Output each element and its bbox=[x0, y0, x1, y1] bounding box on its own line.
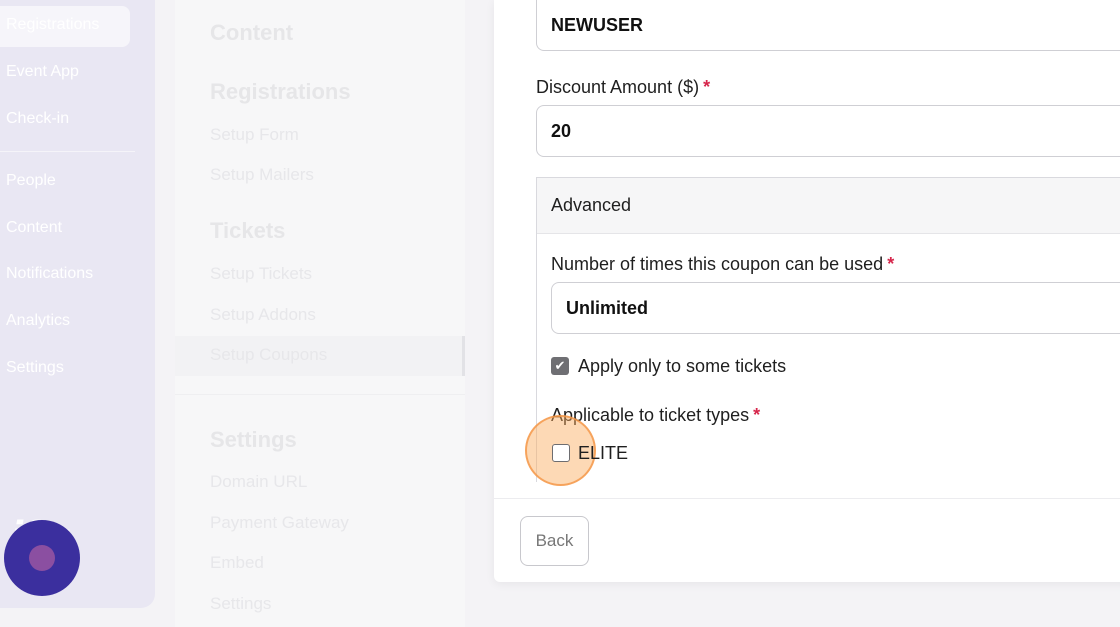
sidebar-item-registrations[interactable]: ◇ Registrations bbox=[0, 16, 99, 34]
usage-limit-label: Number of times this coupon can be used * bbox=[551, 254, 895, 274]
menu-divider bbox=[175, 394, 465, 395]
chat-icon bbox=[29, 545, 55, 571]
coupon-code-input[interactable]: NEWUSER bbox=[536, 0, 1120, 51]
sidebar-item-check-in[interactable]: ▦ Check-in bbox=[0, 110, 69, 128]
chat-launcher-button[interactable] bbox=[4, 520, 80, 596]
menu-item-setup-mailers[interactable]: Setup Mailers bbox=[210, 165, 314, 185]
menu-item-settings[interactable]: Settings bbox=[210, 594, 271, 614]
menu-section-registrations: Registrations bbox=[210, 79, 351, 104]
advanced-section-header[interactable]: Advanced bbox=[537, 178, 1120, 234]
sidebar-item-label: Analytics bbox=[6, 312, 71, 329]
menu-item-setup-form[interactable]: Setup Form bbox=[210, 125, 299, 145]
menu-section-settings: Settings bbox=[210, 427, 297, 452]
menu-item-payment-gateway[interactable]: Payment Gateway bbox=[210, 513, 349, 533]
sidebar-item-label: Event App bbox=[6, 63, 79, 80]
sidebar-item-label: Notifications bbox=[6, 265, 94, 282]
discount-amount-label: Discount Amount ($) * bbox=[536, 77, 711, 97]
back-button[interactable]: Back bbox=[520, 516, 589, 566]
menu-item-domain-url[interactable]: Domain URL bbox=[210, 472, 307, 492]
sidebar-item-label: People bbox=[6, 172, 56, 189]
ticket-type-elite-checkbox[interactable] bbox=[552, 444, 570, 462]
menu-item-setup-coupons[interactable]: Setup Coupons bbox=[210, 345, 327, 365]
discount-amount-input[interactable]: 20 bbox=[536, 105, 1120, 157]
sidebar-item-analytics[interactable]: ∠ Analytics bbox=[0, 312, 70, 330]
sidebar-item-label: Settings bbox=[6, 359, 64, 376]
sidebar-divider bbox=[0, 151, 135, 152]
sidebar: ◇ Registrations ▯ Event App ▦ Check-in ☺… bbox=[0, 0, 155, 608]
menu-section-tickets: Tickets bbox=[210, 218, 286, 243]
sidebar-item-content[interactable]: ▭ Content bbox=[0, 219, 62, 237]
ticket-type-elite-label: ELITE bbox=[578, 443, 629, 463]
sidebar-item-settings[interactable]: ⚙ Settings bbox=[0, 359, 64, 377]
sidebar-item-label: Registrations bbox=[6, 16, 100, 33]
usage-limit-input[interactable]: Unlimited bbox=[551, 282, 1120, 334]
menu-item-embed[interactable]: Embed bbox=[210, 553, 264, 573]
sidebar-item-people[interactable]: ☺ People bbox=[0, 172, 56, 190]
apply-some-tickets-checkbox[interactable]: ✔ bbox=[551, 357, 569, 375]
menu-item-setup-addons[interactable]: Setup Addons bbox=[210, 305, 316, 325]
sidebar-item-label: Check-in bbox=[6, 110, 70, 127]
menu-item-setup-tickets[interactable]: Setup Tickets bbox=[210, 264, 312, 284]
sidebar-item-event-app[interactable]: ▯ Event App bbox=[0, 63, 79, 81]
menu-title: Content bbox=[210, 20, 294, 45]
sidebar-item-notifications[interactable]: △ Notifications bbox=[0, 265, 93, 283]
apply-some-tickets-label: Apply only to some tickets bbox=[578, 356, 787, 376]
menu-selected-indicator bbox=[462, 336, 465, 376]
sidebar-item-label: Content bbox=[6, 219, 63, 236]
content-menu: Content Registrations Setup Form Setup M… bbox=[175, 0, 465, 627]
panel-footer-divider bbox=[494, 498, 1120, 499]
